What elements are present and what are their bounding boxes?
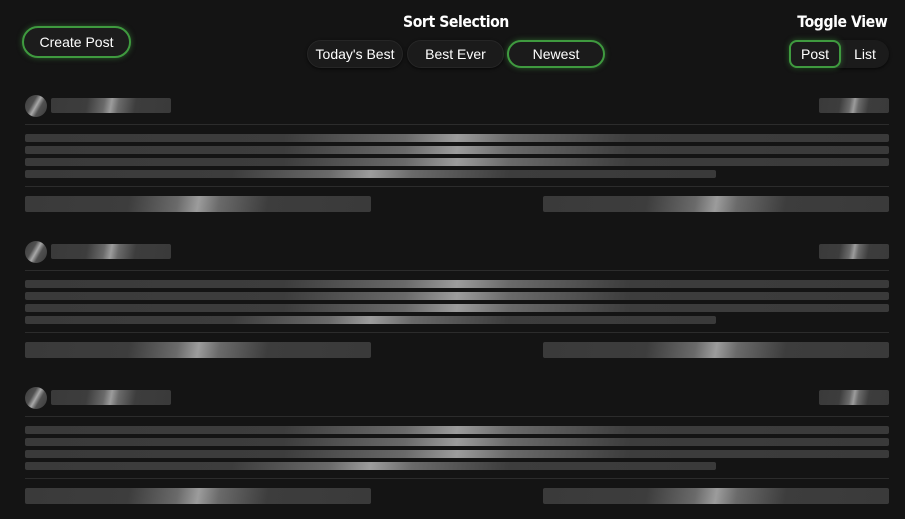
sort-selection-title: Sort Selection <box>403 12 509 31</box>
text-line-placeholder <box>25 292 889 300</box>
action-left-placeholder <box>25 196 371 212</box>
avatar-placeholder <box>25 95 47 117</box>
text-line-placeholder <box>25 450 889 458</box>
sort-newest-button[interactable]: Newest <box>507 40 605 68</box>
avatar-placeholder <box>25 241 47 263</box>
text-line-placeholder <box>25 304 889 312</box>
view-list-button[interactable]: List <box>841 40 889 68</box>
avatar-placeholder <box>25 387 47 409</box>
action-right-placeholder <box>543 196 889 212</box>
post-card-skeleton <box>25 241 889 367</box>
action-right-placeholder <box>543 488 889 504</box>
action-right-placeholder <box>543 342 889 358</box>
author-name-placeholder <box>51 390 171 405</box>
author-name-placeholder <box>51 244 171 259</box>
text-line-placeholder <box>25 146 889 154</box>
card-divider <box>25 416 889 417</box>
text-line-placeholder <box>25 438 889 446</box>
view-toggle: Post List <box>789 40 889 68</box>
post-card-skeleton <box>25 95 889 221</box>
post-card-skeleton <box>25 387 889 513</box>
action-left-placeholder <box>25 342 371 358</box>
post-meta-placeholder <box>819 98 889 113</box>
text-line-placeholder <box>25 134 889 142</box>
post-meta-placeholder <box>819 390 889 405</box>
create-post-button[interactable]: Create Post <box>22 26 131 58</box>
card-divider <box>25 186 889 187</box>
toggle-view-title: Toggle View <box>796 12 887 31</box>
text-line-placeholder <box>25 170 716 178</box>
sort-best-ever-button[interactable]: Best Ever <box>407 40 504 68</box>
card-divider <box>25 124 889 125</box>
author-name-placeholder <box>51 98 171 113</box>
post-meta-placeholder <box>819 244 889 259</box>
text-line-placeholder <box>25 462 716 470</box>
text-line-placeholder <box>25 426 889 434</box>
view-post-button[interactable]: Post <box>789 40 841 68</box>
card-divider <box>25 270 889 271</box>
text-line-placeholder <box>25 316 716 324</box>
text-line-placeholder <box>25 280 889 288</box>
card-divider <box>25 478 889 479</box>
sort-todays-best-button[interactable]: Today's Best <box>307 40 403 68</box>
action-left-placeholder <box>25 488 371 504</box>
text-line-placeholder <box>25 158 889 166</box>
card-divider <box>25 332 889 333</box>
